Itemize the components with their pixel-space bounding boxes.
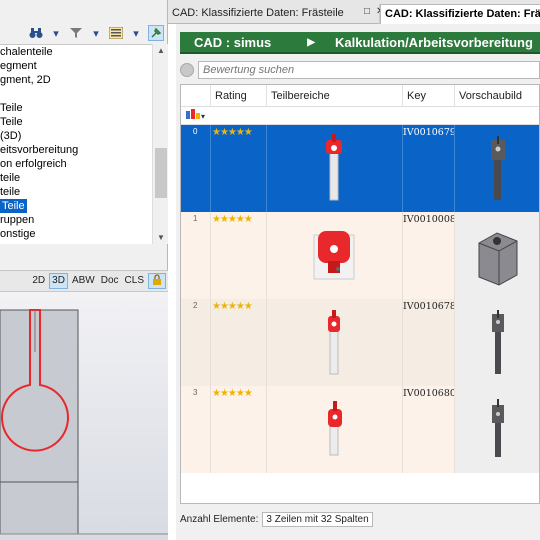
tree-item[interactable]: gment, 2D [0,73,152,87]
tree-item[interactable]: (3D) [0,129,152,143]
row-index: 1 [193,214,198,223]
left-toolbar: ▾ ▾ ▾ [0,20,168,46]
tree-item[interactable]: Teile [0,101,152,115]
chevron-down-icon[interactable]: ▾ [88,25,104,41]
filter-options-icon[interactable]: ▾ [185,108,205,126]
scroll-thumb[interactable] [155,148,167,198]
row-index: 0 [193,127,198,136]
column-header[interactable]: Teilbereiche [267,85,403,107]
part-drawing [0,309,168,535]
category-tree: chalenteile egment gment, 2D Teile Teile… [0,44,152,244]
binoculars-icon[interactable] [28,25,44,41]
search-input[interactable] [198,61,540,79]
view-cls-button[interactable]: CLS [123,273,146,289]
tree-item[interactable]: ruppen [0,213,152,227]
left-pane: ▾ ▾ ▾ chalenteile egment gment, 2D Teile… [0,0,168,540]
tree-item[interactable]: eitsvorbereitung [0,143,152,157]
content-area: CAD : simus ▶ Kalkulation/Arbeitsvorbere… [176,24,540,540]
chevron-down-icon[interactable]: ▾ [128,25,144,41]
rating-stars[interactable]: ★★★★★ [211,386,266,399]
preview-thumbnail[interactable] [455,386,539,473]
app-window: ▾ ▾ ▾ chalenteile egment gment, 2D Teile… [0,0,540,540]
list-view-icon[interactable] [108,25,124,41]
row-index: 3 [193,388,198,397]
pin-icon[interactable] [148,25,164,41]
column-header[interactable]: Vorschaubild [455,85,539,107]
header-corner [181,85,211,107]
preview-thumbnail[interactable] [455,212,539,299]
part-key[interactable]: IV0010008 [403,212,454,225]
restore-icon[interactable]: □ [364,6,370,17]
part-key[interactable]: IV0010678 [403,299,454,312]
chevron-right-icon: ▶ [307,36,315,48]
breadcrumb: CAD : simus ▶ Kalkulation/Arbeitsvorbere… [180,32,540,54]
tree-item[interactable]: teile [0,171,152,185]
tree-item[interactable] [0,87,152,101]
tree-item[interactable]: egment [0,59,152,73]
scroll-up-icon[interactable]: ▲ [156,46,166,55]
right-pane: CAD: Klassifizierte Daten: Frästeile □ ✕… [168,0,540,540]
part-key[interactable]: IV0010679 [403,125,454,138]
tree-item[interactable]: teile [0,185,152,199]
view-doc-button[interactable]: Doc [99,273,121,289]
tree-item[interactable]: on erfolgreich [0,157,152,171]
search-row [180,60,540,80]
lock-icon[interactable] [148,273,166,289]
breadcrumb-item[interactable]: CAD : simus [194,35,271,50]
part-key[interactable]: IV0010680 [403,386,454,399]
rating-stars[interactable]: ★★★★★ [211,299,266,312]
chevron-down-icon[interactable]: ▾ [48,25,64,41]
view-2d-button[interactable]: 2D [30,273,47,289]
preview-thumbnail[interactable] [455,299,539,386]
scroll-down-icon[interactable]: ▼ [156,233,166,242]
part-highlight-image [267,386,402,473]
svg-text:▾: ▾ [201,112,205,121]
grid-header: Rating Teilbereiche Key Vorschaubild [181,85,539,107]
tab-bar: CAD: Klassifizierte Daten: Frästeile □ ✕… [168,0,540,24]
view-toolbar: 2D 3D ABW Doc CLS [0,270,168,292]
view-abw-button[interactable]: ABW [70,273,97,289]
tree-item-selected[interactable]: Teile [0,199,27,213]
table-row[interactable]: 2 ★★★★★ IV0010678 [181,299,539,386]
breadcrumb-item[interactable]: Kalkulation/Arbeitsvorbereitung [335,35,533,50]
tree-item[interactable]: chalenteile [0,45,152,59]
tab-classified-data-2[interactable]: CAD: Klassifizierte Daten: Fräst [380,4,540,24]
status-bar: Anzahl Elemente: 3 Zeilen mit 32 Spalten [180,510,540,528]
column-header[interactable]: Key [403,85,455,107]
rating-stars[interactable]: ★★★★★ [211,212,266,225]
tree-item[interactable]: Teile [0,115,152,129]
filter-row: ▾ [181,107,539,126]
status-label: Anzahl Elemente: [180,513,259,525]
row-index: 2 [193,301,198,310]
3d-viewport[interactable] [0,292,168,540]
tab-classified-data-1[interactable]: CAD: Klassifizierte Daten: Frästeile [168,4,380,24]
column-header[interactable]: Rating [211,85,267,107]
table-row[interactable]: 1 ★★★★★ IV0010008 [181,212,539,299]
filter-icon[interactable] [68,25,84,41]
rating-stars[interactable]: ★★★★★ [211,125,266,138]
search-icon [180,63,194,77]
tree-scrollbar[interactable]: ▲ ▼ [152,44,168,244]
part-highlight-image [267,125,402,212]
table-row[interactable]: 3 ★★★★★ IV0010680 [181,386,539,473]
results-grid: Rating Teilbereiche Key Vorschaubild ▾ 0… [180,84,540,504]
preview-thumbnail[interactable] [455,125,539,212]
view-3d-button[interactable]: 3D [49,273,68,289]
tree-item[interactable]: onstige [0,227,152,241]
table-row[interactable]: 0 ★★★★★ IV0010679 [181,125,539,212]
part-highlight-image [267,299,402,386]
part-highlight-image [267,212,402,299]
status-value: 3 Zeilen mit 32 Spalten [262,511,373,527]
